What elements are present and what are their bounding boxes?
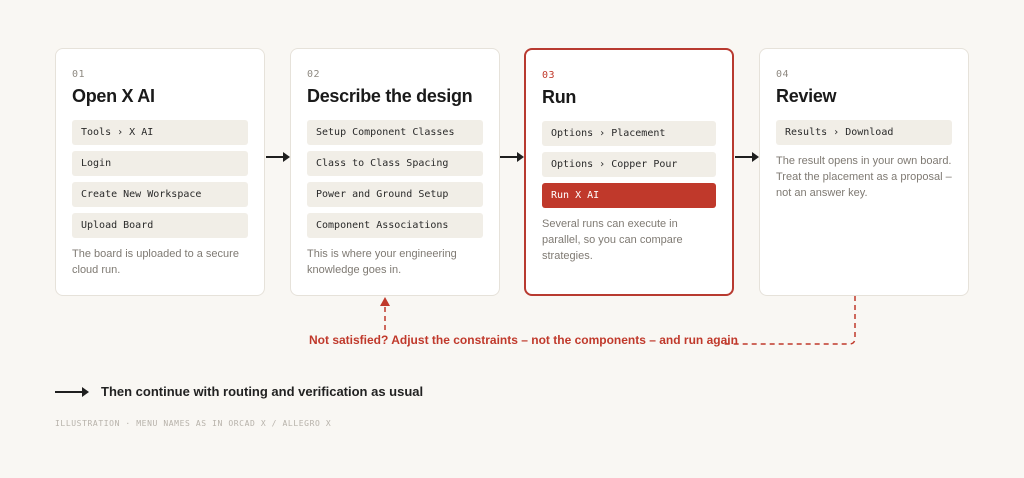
legend-arrow-icon (55, 387, 89, 397)
footnote: ILLUSTRATION · MENU NAMES AS IN ORCAD X … (55, 419, 332, 428)
feedback-loop-line-right (724, 296, 856, 345)
feedback-loop-label: Not satisfied? Adjust the constraints – … (309, 333, 738, 347)
feedback-loop-connector (380, 296, 856, 345)
feedback-loop-arrowhead (380, 297, 390, 306)
legend-text: Then continue with routing and verificat… (101, 384, 424, 399)
